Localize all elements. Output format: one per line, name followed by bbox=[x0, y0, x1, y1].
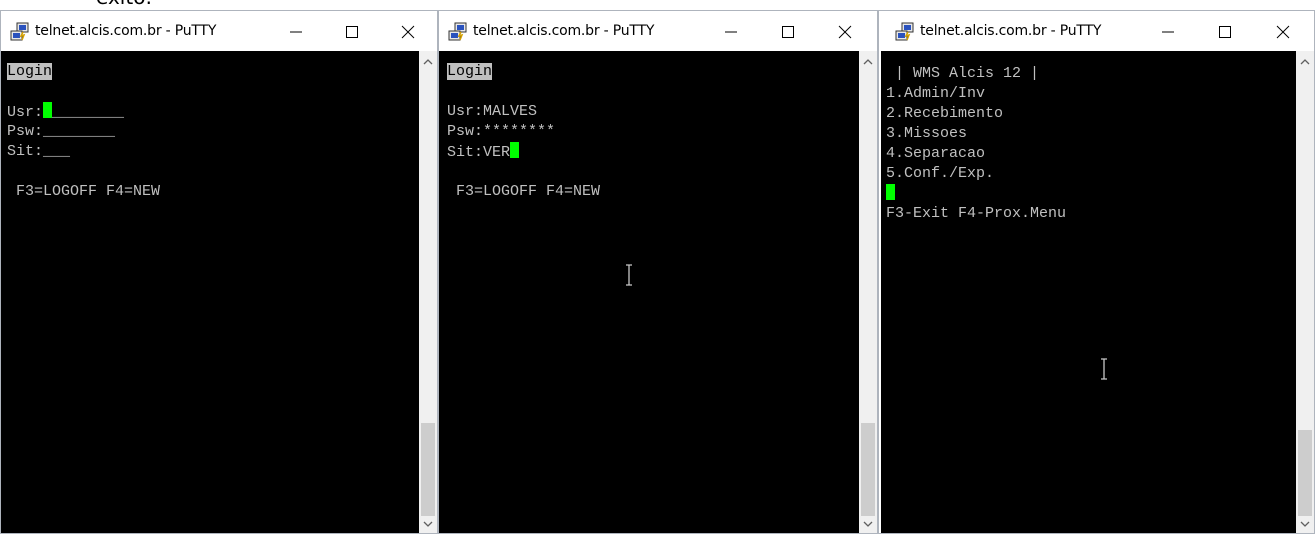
vertical-scrollbar[interactable] bbox=[419, 51, 437, 533]
terminal-line: F3-Exit F4-Prox.Menu bbox=[886, 205, 1067, 222]
scroll-down-icon[interactable] bbox=[422, 518, 434, 530]
menu-header: | WMS Alcis 12 | bbox=[886, 65, 1040, 82]
text-cursor bbox=[510, 142, 520, 158]
terminal-line: Usr:MALVES bbox=[447, 103, 538, 120]
scroll-up-icon[interactable] bbox=[422, 56, 434, 68]
terminal-screen[interactable]: Login Usr:MALVES Psw:******** Sit:VER F3… bbox=[439, 51, 859, 533]
text-cursor bbox=[886, 184, 895, 200]
ibeam-cursor-icon bbox=[626, 264, 632, 286]
window-title: telnet.alcis.com.br - PuTTY bbox=[35, 23, 217, 39]
close-icon[interactable] bbox=[1274, 23, 1292, 41]
minimize-icon[interactable] bbox=[287, 23, 305, 41]
minimize-icon[interactable] bbox=[1159, 23, 1177, 41]
background-text-fragment: exito: bbox=[96, 0, 152, 8]
scroll-thumb[interactable] bbox=[1298, 430, 1312, 516]
terminal-line: Login bbox=[7, 63, 53, 80]
window-title: telnet.alcis.com.br - PuTTY bbox=[473, 23, 655, 39]
close-icon[interactable] bbox=[836, 23, 854, 41]
vertical-scrollbar[interactable] bbox=[859, 51, 877, 533]
putty-icon bbox=[10, 22, 29, 41]
maximize-icon[interactable] bbox=[779, 23, 797, 41]
menu-item: 1.Admin/Inv bbox=[886, 85, 986, 102]
scroll-up-icon[interactable] bbox=[862, 56, 874, 68]
window-title: telnet.alcis.com.br - PuTTY bbox=[920, 23, 1102, 39]
close-icon[interactable] bbox=[399, 23, 417, 41]
title-bar[interactable]: telnet.alcis.com.br - PuTTY bbox=[439, 11, 877, 51]
menu-item: 3.Missoes bbox=[886, 125, 968, 142]
text-cursor bbox=[43, 102, 53, 118]
vertical-scrollbar[interactable] bbox=[1296, 51, 1314, 533]
menu-item: 2.Recebimento bbox=[886, 105, 1004, 122]
terminal-line: F3=LOGOFF F4=NEW bbox=[7, 183, 161, 200]
terminal-line: Psw:******** bbox=[447, 123, 556, 140]
title-bar[interactable]: telnet.alcis.com.br - PuTTY bbox=[879, 11, 1314, 51]
putty-window-2[interactable]: telnet.alcis.com.br - PuTTY Login Usr:MA… bbox=[438, 10, 878, 534]
terminal-line: F3=LOGOFF F4=NEW bbox=[447, 183, 601, 200]
terminal-screen[interactable]: Login Usr: ________ Psw:________ Sit:___ … bbox=[1, 51, 419, 533]
terminal-line-sit: Sit:VER bbox=[447, 142, 520, 162]
scroll-up-icon[interactable] bbox=[1299, 56, 1311, 68]
scroll-thumb[interactable] bbox=[421, 423, 435, 516]
ibeam-cursor-icon bbox=[1101, 358, 1107, 380]
scroll-thumb[interactable] bbox=[861, 423, 875, 516]
terminal-line-usr: Usr: ________ bbox=[7, 102, 125, 121]
terminal-line: Login bbox=[447, 63, 493, 80]
scroll-down-icon[interactable] bbox=[1299, 518, 1311, 530]
terminal-line: Sit:___ bbox=[7, 143, 71, 160]
putty-icon bbox=[895, 22, 914, 41]
terminal-line bbox=[886, 184, 895, 204]
menu-item: 4.Separacao bbox=[886, 145, 986, 162]
maximize-icon[interactable] bbox=[1216, 23, 1234, 41]
scroll-down-icon[interactable] bbox=[862, 518, 874, 530]
menu-item: 5.Conf./Exp. bbox=[886, 165, 995, 182]
putty-icon bbox=[448, 22, 467, 41]
maximize-icon[interactable] bbox=[343, 23, 361, 41]
putty-window-1[interactable]: telnet.alcis.com.br - PuTTY Login Usr: __… bbox=[0, 10, 438, 534]
minimize-icon[interactable] bbox=[722, 23, 740, 41]
title-bar[interactable]: telnet.alcis.com.br - PuTTY bbox=[1, 11, 437, 51]
terminal-line: Psw:________ bbox=[7, 123, 116, 140]
putty-window-3[interactable]: telnet.alcis.com.br - PuTTY | WMS Alcis … bbox=[878, 10, 1315, 534]
terminal-screen[interactable]: | WMS Alcis 12 | 1.Admin/Inv 2.Recebimen… bbox=[881, 51, 1296, 533]
